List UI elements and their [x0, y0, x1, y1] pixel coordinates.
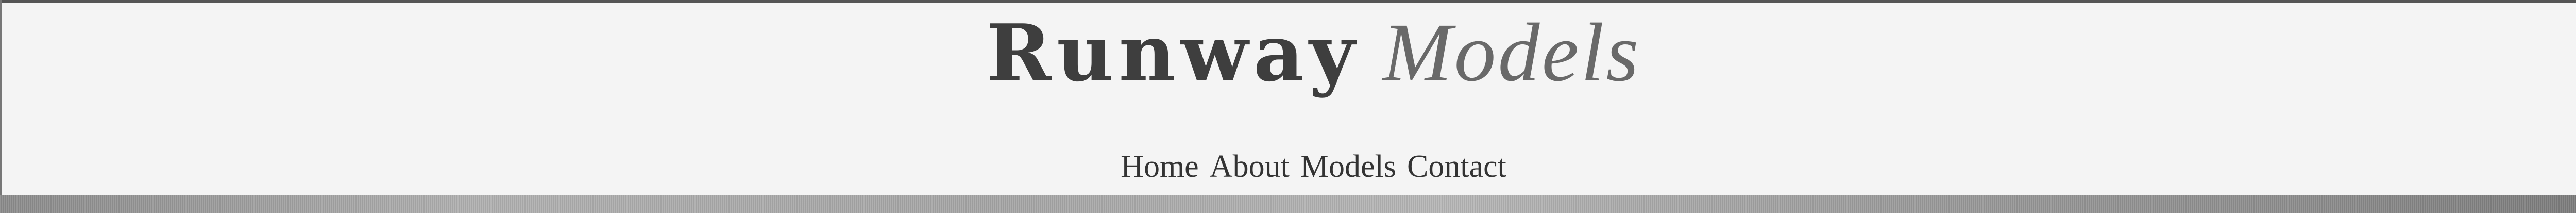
nav-item-models[interactable]: Models [1300, 151, 1396, 183]
nav-item-home[interactable]: Home [1115, 151, 1204, 198]
site-logo[interactable]: Runway Models [0, 11, 2576, 95]
site-header: Runway Models Home About Models Contact [0, 0, 2576, 198]
top-border [0, 0, 2576, 3]
nav-item-contact[interactable]: Contact [1407, 151, 1506, 183]
main-navigation: Home About Models Contact [0, 151, 2576, 198]
nav-item-about[interactable]: About [1210, 151, 1290, 183]
logo-runway-text: Runway [986, 7, 1360, 99]
logo-models-text: Models [1382, 7, 1641, 99]
hero-banner [0, 195, 2576, 213]
